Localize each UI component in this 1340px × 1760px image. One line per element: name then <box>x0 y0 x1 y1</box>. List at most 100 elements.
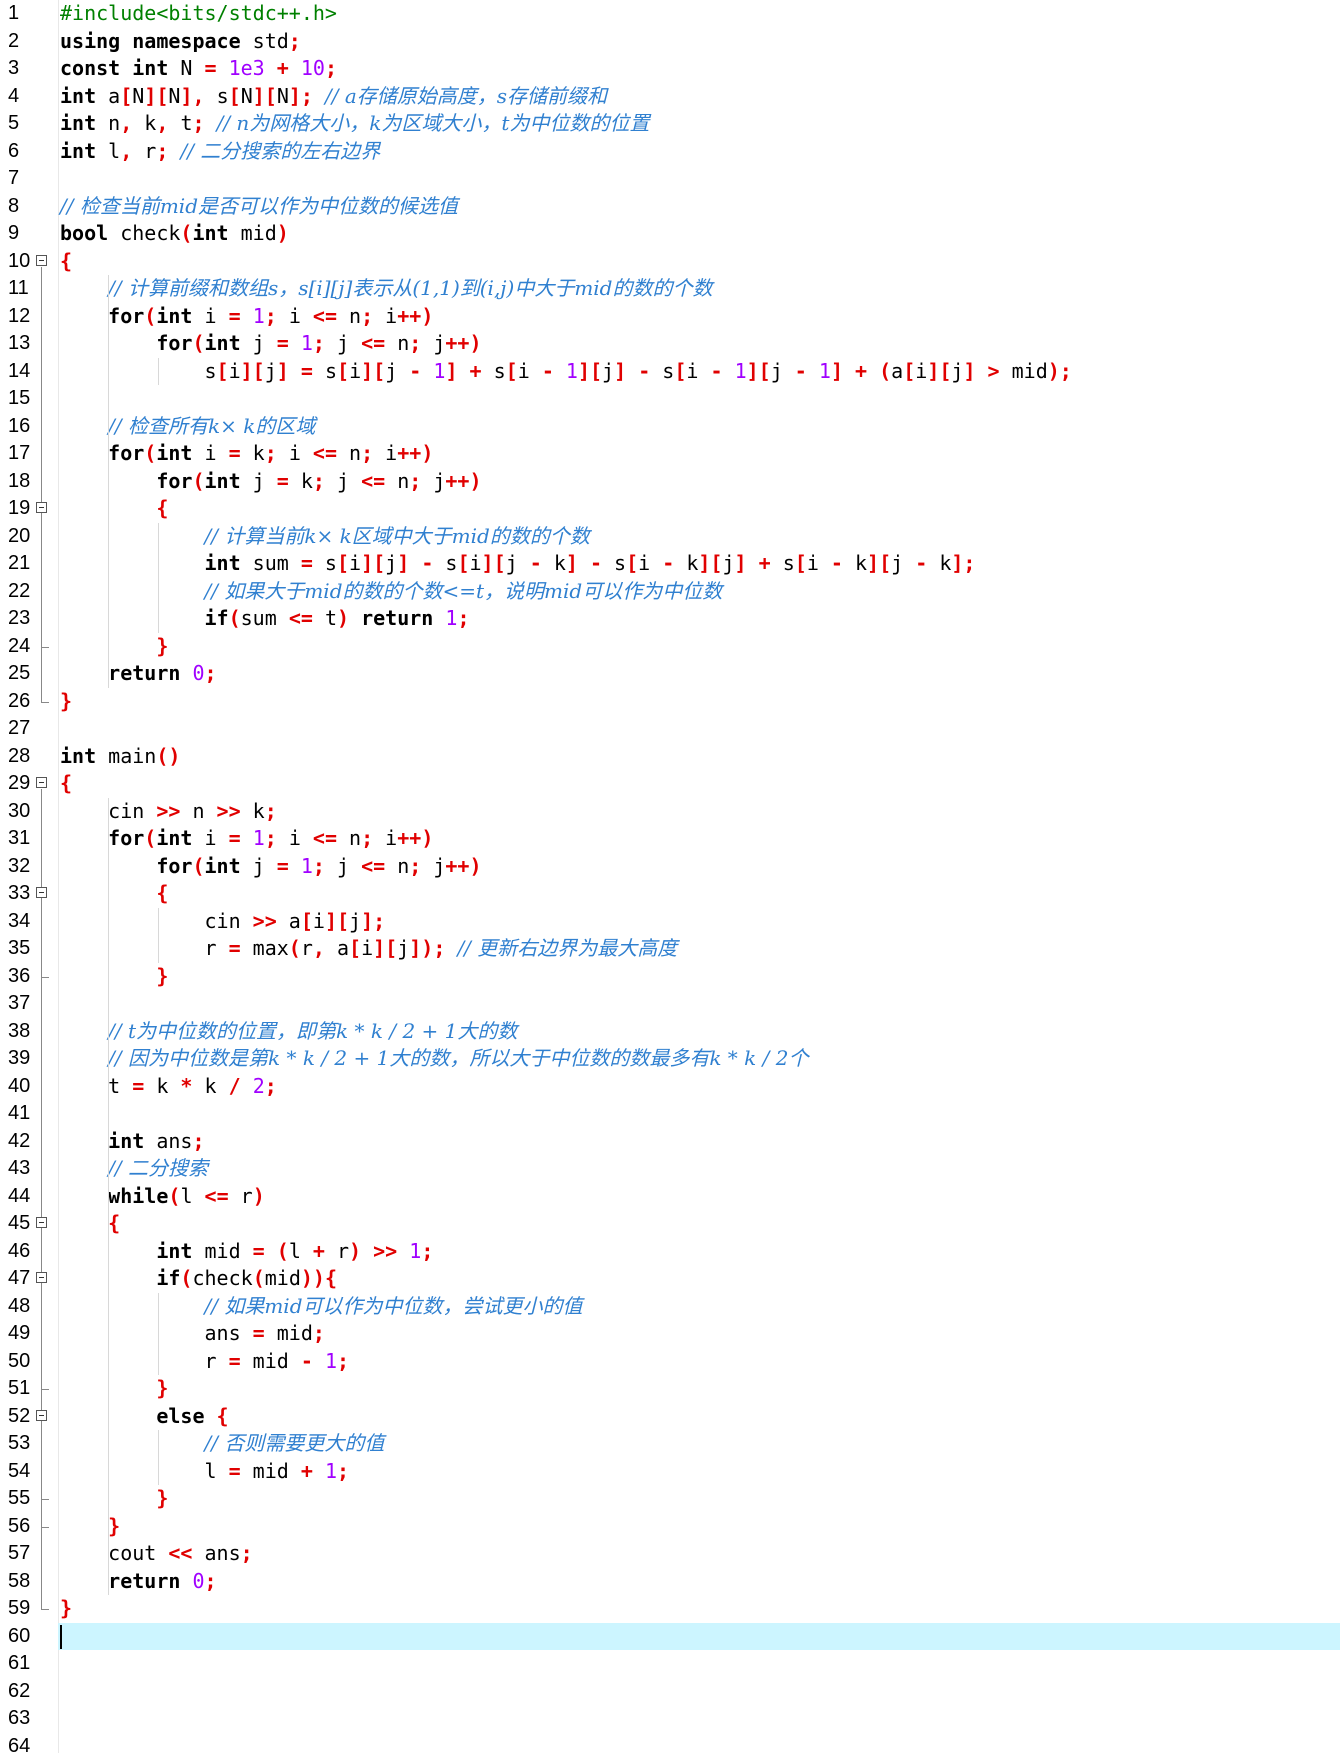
code-line[interactable]: 2using namespace std; <box>0 28 1340 56</box>
code-line[interactable]: 62 <box>0 1678 1340 1706</box>
code-line[interactable]: 34 cin >> a[i][j]; <box>0 908 1340 936</box>
code-line[interactable]: 12 for(int i = 1; i <= n; i++) <box>0 303 1340 331</box>
line-number: 44 <box>0 1183 38 1211</box>
code-line[interactable]: 3const int N = 1e3 + 10; <box>0 55 1340 83</box>
fold-toggle-icon[interactable] <box>36 1217 47 1228</box>
code-line[interactable]: 27 <box>0 715 1340 743</box>
code-text: // 计算前缀和数组s，s[i][j]表示从(1,1)到(i,j)中大于mid的… <box>60 275 712 303</box>
line-number: 33 <box>0 880 38 908</box>
code-line[interactable]: 6int l, r; // 二分搜索的左右边界 <box>0 138 1340 166</box>
line-number: 54 <box>0 1458 38 1486</box>
code-line[interactable]: 41 <box>0 1100 1340 1128</box>
code-line[interactable]: 45 { <box>0 1210 1340 1238</box>
code-line[interactable]: 39 // 因为中位数是第k * k / 2 + 1大的数，所以大于中位数的数最… <box>0 1045 1340 1073</box>
code-line[interactable]: 40 t = k * k / 2; <box>0 1073 1340 1101</box>
code-line[interactable]: 38 // t为中位数的位置，即第k * k / 2 + 1大的数 <box>0 1018 1340 1046</box>
line-number: 30 <box>0 798 38 826</box>
code-line[interactable]: 21 int sum = s[i][j] - s[i][j - k] - s[i… <box>0 550 1340 578</box>
code-line[interactable]: 1#include<bits/stdc++.h> <box>0 0 1340 28</box>
fold-toggle-icon[interactable] <box>36 887 47 898</box>
code-line[interactable]: 64 <box>0 1733 1340 1760</box>
fold-toggle-icon[interactable] <box>36 255 47 266</box>
line-number: 32 <box>0 853 38 881</box>
code-editor[interactable]: 1#include<bits/stdc++.h>2using namespace… <box>0 0 1340 1753</box>
code-line[interactable]: 18 for(int j = k; j <= n; j++) <box>0 468 1340 496</box>
code-line[interactable]: 50 r = mid - 1; <box>0 1348 1340 1376</box>
code-line[interactable]: 55 } <box>0 1485 1340 1513</box>
code-line[interactable]: 23 if(sum <= t) return 1; <box>0 605 1340 633</box>
code-line[interactable]: 15 <box>0 385 1340 413</box>
line-number: 53 <box>0 1430 38 1458</box>
code-text: // 因为中位数是第k * k / 2 + 1大的数，所以大于中位数的数最多有k… <box>60 1045 808 1073</box>
code-text: t = k * k / 2; <box>60 1073 277 1101</box>
code-line[interactable]: 57 cout << ans; <box>0 1540 1340 1568</box>
code-text: int a[N][N], s[N][N]; // a存储原始高度，s存储前缀和 <box>60 83 607 111</box>
code-text: int main() <box>60 743 180 771</box>
code-line[interactable]: 30 cin >> n >> k; <box>0 798 1340 826</box>
code-line[interactable]: 10{ <box>0 248 1340 276</box>
code-line[interactable]: 42 int ans; <box>0 1128 1340 1156</box>
code-text: if(sum <= t) return 1; <box>60 605 469 633</box>
code-line[interactable]: 13 for(int j = 1; j <= n; j++) <box>0 330 1340 358</box>
fold-toggle-icon[interactable] <box>36 1410 47 1421</box>
fold-toggle-icon[interactable] <box>36 1272 47 1283</box>
line-number: 29 <box>0 770 38 798</box>
line-number: 6 <box>0 138 38 166</box>
code-line[interactable]: 25 return 0; <box>0 660 1340 688</box>
code-line[interactable]: 11 // 计算前缀和数组s，s[i][j]表示从(1,1)到(i,j)中大于m… <box>0 275 1340 303</box>
code-line[interactable]: 36 } <box>0 963 1340 991</box>
code-line[interactable]: 58 return 0; <box>0 1568 1340 1596</box>
code-line[interactable]: 20 // 计算当前k× k区域中大于mid的数的个数 <box>0 523 1340 551</box>
code-line[interactable]: 53 // 否则需要更大的值 <box>0 1430 1340 1458</box>
line-number: 13 <box>0 330 38 358</box>
code-line[interactable]: 46 int mid = (l + r) >> 1; <box>0 1238 1340 1266</box>
code-line[interactable]: 47 if(check(mid)){ <box>0 1265 1340 1293</box>
code-line[interactable]: 63 <box>0 1705 1340 1733</box>
code-line[interactable]: 24 } <box>0 633 1340 661</box>
code-line[interactable]: 7 <box>0 165 1340 193</box>
line-number: 36 <box>0 963 38 991</box>
code-line[interactable]: 54 l = mid + 1; <box>0 1458 1340 1486</box>
code-line[interactable]: 17 for(int i = k; i <= n; i++) <box>0 440 1340 468</box>
indent-guide <box>158 908 159 963</box>
fold-toggle-icon[interactable] <box>36 777 47 788</box>
code-line[interactable]: 56 } <box>0 1513 1340 1541</box>
code-line[interactable]: 29{ <box>0 770 1340 798</box>
code-line[interactable]: 9bool check(int mid) <box>0 220 1340 248</box>
fold-toggle-icon[interactable] <box>36 502 47 513</box>
code-line[interactable]: 49 ans = mid; <box>0 1320 1340 1348</box>
code-line[interactable]: 51 } <box>0 1375 1340 1403</box>
line-number: 39 <box>0 1045 38 1073</box>
line-number: 49 <box>0 1320 38 1348</box>
code-line[interactable]: 31 for(int i = 1; i <= n; i++) <box>0 825 1340 853</box>
line-number: 64 <box>0 1733 38 1760</box>
line-number: 3 <box>0 55 38 83</box>
code-line[interactable]: 16 // 检查所有k× k的区域 <box>0 413 1340 441</box>
code-line[interactable]: 61 <box>0 1650 1340 1678</box>
code-line[interactable]: 14 s[i][j] = s[i][j - 1] + s[i - 1][j] -… <box>0 358 1340 386</box>
code-text: // 二分搜索 <box>60 1155 208 1183</box>
code-line[interactable]: 22 // 如果大于mid的数的个数<=t，说明mid可以作为中位数 <box>0 578 1340 606</box>
code-line[interactable]: 37 <box>0 990 1340 1018</box>
code-text: return 0; <box>60 1568 217 1596</box>
code-line[interactable]: 48 // 如果mid可以作为中位数，尝试更小的值 <box>0 1293 1340 1321</box>
line-number: 47 <box>0 1265 38 1293</box>
code-line[interactable]: 33 { <box>0 880 1340 908</box>
code-text: for(int i = 1; i <= n; i++) <box>60 303 433 331</box>
code-line[interactable]: 19 { <box>0 495 1340 523</box>
code-line[interactable]: 8// 检查当前mid是否可以作为中位数的候选值 <box>0 193 1340 221</box>
code-line[interactable]: 52 else { <box>0 1403 1340 1431</box>
code-line[interactable]: 4int a[N][N], s[N][N]; // a存储原始高度，s存储前缀和 <box>0 83 1340 111</box>
code-line[interactable]: 60 <box>58 1623 1340 1651</box>
code-line[interactable]: 28int main() <box>0 743 1340 771</box>
code-line[interactable]: 32 for(int j = 1; j <= n; j++) <box>0 853 1340 881</box>
code-line[interactable]: 35 r = max(r, a[i][j]); // 更新右边界为最大高度 <box>0 935 1340 963</box>
code-line[interactable]: 59} <box>0 1595 1340 1623</box>
code-line[interactable]: 44 while(l <= r) <box>0 1183 1340 1211</box>
code-line[interactable]: 26} <box>0 688 1340 716</box>
line-number: 59 <box>0 1595 38 1623</box>
code-line[interactable]: 5int n, k, t; // n为网格大小，k为区域大小，t为中位数的位置 <box>0 110 1340 138</box>
code-text: cin >> n >> k; <box>60 798 277 826</box>
code-line[interactable]: 43 // 二分搜索 <box>0 1155 1340 1183</box>
code-text: { <box>60 248 72 276</box>
